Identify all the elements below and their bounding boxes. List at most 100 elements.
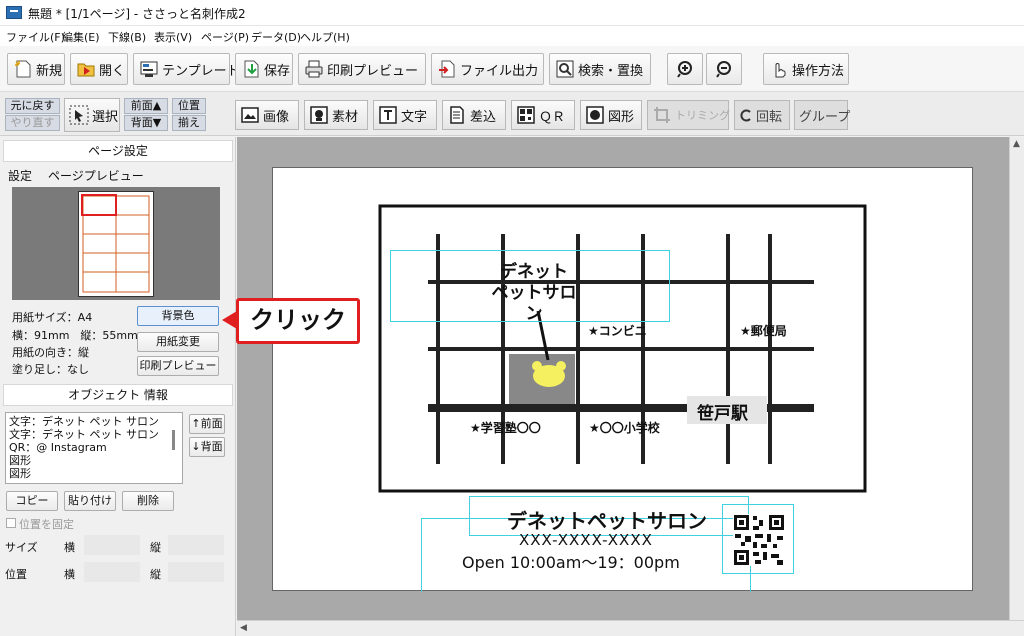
- scroll-left-icon[interactable]: ◀: [240, 623, 247, 633]
- list-scrollbar[interactable]: [172, 430, 175, 450]
- menu-data[interactable]: データ(D): [251, 29, 301, 45]
- select-button[interactable]: 選択: [64, 98, 120, 132]
- size-label: サイズ: [5, 541, 38, 554]
- help-button[interactable]: 操作方法: [763, 53, 849, 85]
- map-shop-name-line2: ペットサロン: [491, 283, 577, 324]
- shop-name: デネットペットサロン: [507, 509, 707, 533]
- size-width-field[interactable]: [84, 535, 140, 555]
- menu-help[interactable]: ヘルプ(H): [300, 29, 350, 45]
- pos-x-field[interactable]: [84, 562, 140, 582]
- list-item[interactable]: 図形: [9, 454, 179, 467]
- menu-bar: ファイル(F) 編集(E) 下線(B) 表示(V) ページ(P) データ(D) …: [0, 26, 1024, 46]
- canvas-area[interactable]: デネット ペットサロン ★コンビニ ★郵便局 ★学習塾〇〇 ★〇〇小学校 笹戸駅…: [237, 137, 1017, 620]
- bring-front-button[interactable]: 前面▲: [124, 98, 168, 114]
- vertical-scrollbar[interactable]: ▲: [1009, 137, 1024, 620]
- delete-button[interactable]: 削除: [122, 491, 174, 511]
- crop-icon: [652, 105, 672, 125]
- menu-view[interactable]: 表示(V): [154, 29, 192, 45]
- group-label: グループ: [799, 109, 851, 125]
- left-panel: ページ設定 設定 ページプレビュー 用紙サイズ：A4 横：91mm 縦：55mm…: [0, 137, 236, 636]
- shape-button[interactable]: 図形: [580, 100, 642, 130]
- horizontal-scrollbar[interactable]: ◀: [237, 620, 1024, 636]
- lock-position-checkbox[interactable]: [6, 518, 16, 528]
- search-replace-button[interactable]: 検索・置換: [549, 53, 651, 85]
- material-icon: [309, 105, 329, 125]
- template-icon: [139, 59, 159, 79]
- opening-hours: Open 10:00am～19：00pm: [462, 553, 680, 572]
- image-label: 画像: [263, 109, 290, 125]
- edit-toolbar: 元に戻す やり直す 選択 前面▲ 背面▼ 位置 揃え 画像 素材 文字 差込 Ｑ…: [0, 92, 1024, 136]
- zoom-in-button[interactable]: [667, 53, 703, 85]
- template-button[interactable]: テンプレート: [133, 53, 240, 85]
- list-item[interactable]: 文字：デネット ペット サロン: [9, 428, 179, 441]
- new-label: 新規: [36, 63, 63, 79]
- redo-button[interactable]: やり直す: [5, 115, 60, 131]
- menu-page[interactable]: ページ(P): [201, 29, 249, 45]
- search-replace-label: 検索・置換: [578, 63, 644, 79]
- scroll-up-icon[interactable]: ▲: [1013, 139, 1020, 149]
- position-align-button-top[interactable]: 位置: [172, 98, 206, 114]
- size-height-field[interactable]: [168, 535, 224, 555]
- map-shop-name-line1: デネット: [500, 262, 568, 282]
- menu-layout[interactable]: 下線(B): [108, 29, 146, 45]
- copy-button[interactable]: コピー: [6, 491, 58, 511]
- landmark-post-office: ★郵便局: [740, 324, 787, 338]
- undo-button[interactable]: 元に戻す: [5, 98, 60, 114]
- open-button[interactable]: 開く: [70, 53, 128, 85]
- preview-sheet: [78, 191, 154, 297]
- shape-label: 図形: [608, 109, 635, 125]
- tab-settings[interactable]: 設定: [8, 167, 32, 184]
- object-info-heading: オブジェクト 情報: [3, 384, 233, 406]
- image-button[interactable]: 画像: [235, 100, 299, 130]
- save-button[interactable]: 保存: [235, 53, 293, 85]
- zoom-out-button[interactable]: [706, 53, 742, 85]
- shape-icon: [585, 105, 605, 125]
- trimming-label: トリミング: [675, 109, 730, 122]
- bg-color-button[interactable]: 背景色: [137, 306, 219, 326]
- obj-front-button[interactable]: ↑前面: [189, 414, 225, 434]
- zoom-out-icon: [714, 59, 734, 79]
- new-file-icon: [13, 59, 33, 79]
- material-button[interactable]: 素材: [304, 100, 368, 130]
- file-output-button[interactable]: ファイル出力: [431, 53, 544, 85]
- main-toolbar: 新規 開く テンプレート 保存 印刷プレビュー ファイル出力 検索・置換 操作方…: [0, 46, 1024, 92]
- print-preview-button[interactable]: 印刷プレビュー: [298, 53, 426, 85]
- orientation-text: 用紙の向き：縦: [12, 346, 89, 359]
- group-button[interactable]: グループ: [794, 100, 851, 130]
- position-align-button-bottom[interactable]: 揃え: [172, 115, 206, 131]
- print-preview-side-button[interactable]: 印刷プレビュー: [137, 356, 219, 376]
- click-callout: クリック: [236, 298, 360, 344]
- menu-file[interactable]: ファイル(F): [6, 29, 65, 45]
- open-folder-icon: [76, 59, 96, 79]
- text-icon: [378, 105, 398, 125]
- material-label: 素材: [332, 109, 359, 125]
- change-paper-button[interactable]: 用紙変更: [137, 332, 219, 352]
- qr-code[interactable]: [733, 514, 785, 566]
- trimming-button[interactable]: トリミング: [647, 100, 730, 130]
- paste-button[interactable]: 貼り付け: [64, 491, 116, 511]
- text-button[interactable]: 文字: [373, 100, 437, 130]
- qr-button[interactable]: ＱＲ: [511, 100, 575, 130]
- list-item[interactable]: 図形: [9, 467, 179, 480]
- obj-back-button[interactable]: ↓背面: [189, 437, 225, 457]
- list-item[interactable]: QR：@ Instagram: [9, 441, 179, 454]
- menu-edit[interactable]: 編集(E): [62, 29, 100, 45]
- tab-page-preview[interactable]: ページプレビュー: [48, 167, 144, 184]
- merge-button[interactable]: 差込: [442, 100, 506, 130]
- landmark-cram-school: ★学習塾〇〇: [470, 421, 541, 435]
- qr-label: ＱＲ: [539, 109, 566, 125]
- hand-pointer-icon: [769, 59, 789, 79]
- card-page[interactable]: デネット ペットサロン ★コンビニ ★郵便局 ★学習塾〇〇 ★〇〇小学校 笹戸駅…: [272, 167, 973, 592]
- save-icon: [241, 59, 261, 79]
- app-icon: [6, 6, 22, 19]
- pos-x-label: 横: [64, 568, 75, 581]
- page-preview: [12, 187, 220, 300]
- station-label: 笹戸駅: [697, 404, 748, 424]
- list-item[interactable]: 文字：デネット ペット サロン: [9, 415, 179, 428]
- send-back-button[interactable]: 背面▼: [124, 115, 168, 131]
- new-button[interactable]: 新規: [7, 53, 65, 85]
- pos-y-field[interactable]: [168, 562, 224, 582]
- object-list[interactable]: 文字：デネット ペット サロン 文字：デネット ペット サロン QR：@ Ins…: [5, 412, 183, 484]
- rotate-button[interactable]: 回転: [734, 100, 790, 130]
- callout-pointer-icon: [222, 311, 237, 329]
